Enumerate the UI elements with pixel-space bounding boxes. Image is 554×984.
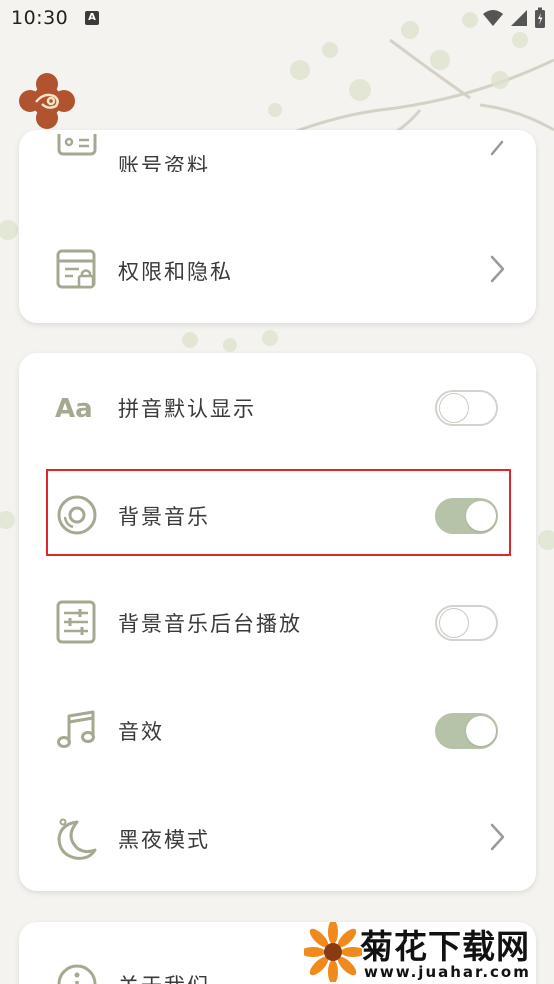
settings-card: Aa 拼音默认显示 背景音乐 背景音乐后台播放 音效 黑夜模式 xyxy=(19,353,536,891)
site-watermark: 菊花下载网 www.juahar.com xyxy=(300,918,554,984)
svg-text:Aa: Aa xyxy=(55,394,93,424)
watermark-url: www.juahar.com xyxy=(364,963,531,981)
chrysanthemum-logo-icon xyxy=(304,922,362,982)
night-mode-row[interactable]: 黑夜模式 xyxy=(19,806,536,866)
sound-effect-row: 音效 xyxy=(19,698,536,758)
background-music-label: 背景音乐 xyxy=(118,505,210,529)
account-info-label: 账号资料 xyxy=(118,154,210,178)
font-aa-icon: Aa xyxy=(55,394,93,424)
flower-logo-icon xyxy=(19,73,75,129)
account-card: 账号资料 权限和隐私 xyxy=(19,130,536,323)
chevron-right-icon xyxy=(490,140,504,156)
background-music-toggle[interactable] xyxy=(435,498,498,534)
app-logo[interactable] xyxy=(18,72,76,130)
toggle-knob xyxy=(466,716,496,746)
signal-icon xyxy=(511,10,527,26)
pinyin-default-row: Aa 拼音默认显示 xyxy=(19,375,536,435)
toggle-knob xyxy=(466,501,496,531)
toggle-knob xyxy=(439,393,469,423)
moon-icon xyxy=(57,818,97,860)
chevron-right-icon xyxy=(490,823,505,851)
permission-privacy-label: 权限和隐私 xyxy=(118,260,233,284)
info-icon xyxy=(57,964,97,984)
music-note-icon xyxy=(57,710,95,748)
status-icons xyxy=(482,7,546,29)
pinyin-default-label: 拼音默认显示 xyxy=(118,397,256,421)
toggle-knob xyxy=(439,608,469,638)
background-play-toggle[interactable] xyxy=(435,605,498,641)
sound-effect-label: 音效 xyxy=(118,720,164,744)
background-play-row: 背景音乐后台播放 xyxy=(19,590,536,650)
id-card-icon xyxy=(57,134,97,156)
wifi-icon xyxy=(483,10,503,26)
notification-a-icon: A xyxy=(85,11,99,25)
battery-icon xyxy=(535,7,545,28)
status-bar: 10:30 A xyxy=(0,0,554,40)
disc-icon xyxy=(57,495,97,535)
sliders-icon xyxy=(56,600,96,644)
about-us-label: 关于我们 xyxy=(118,970,210,984)
sound-effect-toggle[interactable] xyxy=(435,713,498,749)
privacy-lock-icon xyxy=(56,249,96,289)
night-mode-label: 黑夜模式 xyxy=(118,828,210,852)
status-time: 10:30 xyxy=(11,7,69,29)
account-info-row[interactable]: 账号资料 xyxy=(19,134,536,194)
chevron-right-icon xyxy=(490,255,505,283)
permission-privacy-row[interactable]: 权限和隐私 xyxy=(19,238,536,298)
watermark-title: 菊花下载网 xyxy=(360,927,530,966)
background-play-label: 背景音乐后台播放 xyxy=(118,612,302,636)
background-music-row: 背景音乐 xyxy=(19,483,536,543)
pinyin-default-toggle[interactable] xyxy=(435,390,498,426)
